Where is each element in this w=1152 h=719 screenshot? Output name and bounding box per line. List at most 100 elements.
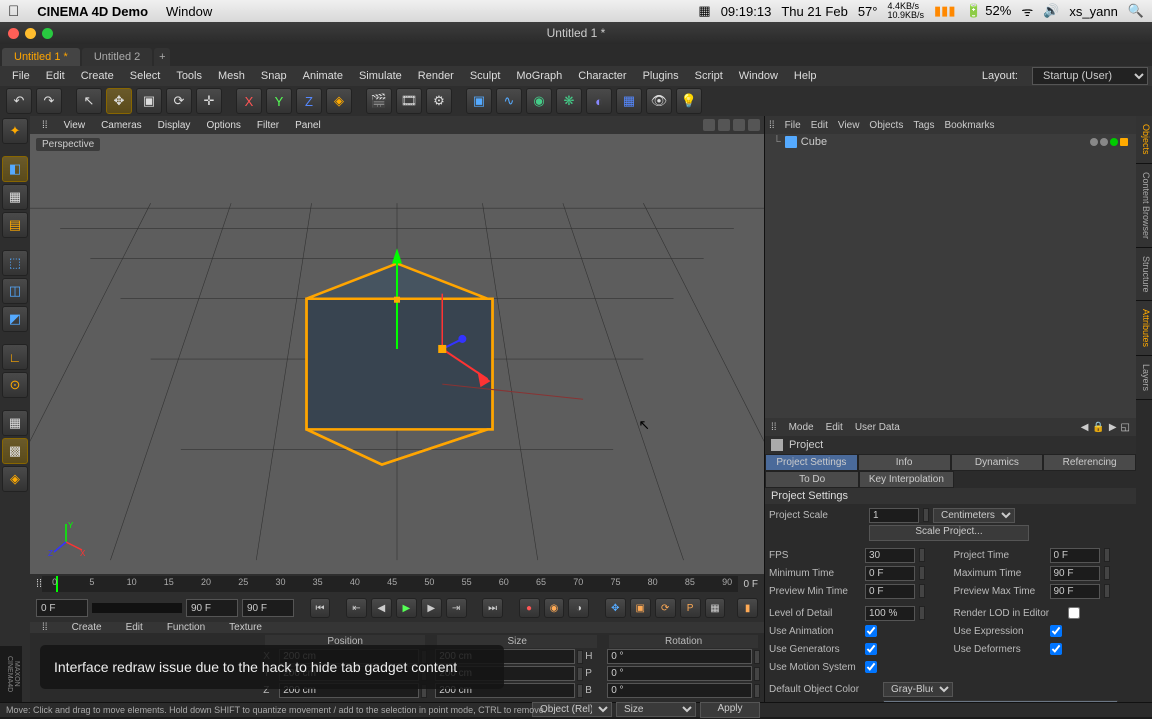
recent-tool[interactable]: ✛ <box>196 88 222 114</box>
om-menu-view[interactable]: View <box>838 120 860 131</box>
redo-button[interactable]: ↷ <box>36 88 62 114</box>
scale-tool[interactable]: ▣ <box>136 88 162 114</box>
lock-icon[interactable]: 🔒 <box>1092 422 1104 433</box>
menu-help[interactable]: Help <box>786 70 825 82</box>
autokey-button[interactable]: ◉ <box>544 598 565 618</box>
vp-menu-view[interactable]: View <box>56 120 94 131</box>
om-menu-edit[interactable]: Edit <box>811 120 828 131</box>
expand-icon[interactable]: └ <box>773 136 781 148</box>
project-time-field[interactable] <box>1050 548 1100 563</box>
user-name[interactable]: xs_yann <box>1069 4 1117 19</box>
spotlight-icon[interactable]: 🔍 <box>1128 3 1144 19</box>
doc-tab-1[interactable]: Untitled 1 * <box>2 48 80 66</box>
polygon-mode[interactable]: ◩ <box>2 306 28 332</box>
menu-tools[interactable]: Tools <box>168 70 210 82</box>
key-scale-button[interactable]: ▣ <box>630 598 651 618</box>
visibility-editor-icon[interactable] <box>1090 138 1098 146</box>
color-picker-icon[interactable]: ▸ <box>1122 702 1132 703</box>
rot-p-field[interactable] <box>607 666 752 681</box>
use-expression-checkbox[interactable] <box>1050 625 1062 637</box>
mat-menu-function[interactable]: Function <box>155 622 217 633</box>
frame-end-field[interactable] <box>186 599 238 617</box>
deformer-tool[interactable]: ◐ <box>586 88 612 114</box>
om-menu-file[interactable]: File <box>785 120 801 131</box>
new-window-icon[interactable]: ◱ <box>1121 422 1130 433</box>
vp-menu-options[interactable]: Options <box>198 120 248 131</box>
menu-select[interactable]: Select <box>122 70 169 82</box>
vp-nav-icon[interactable] <box>703 119 715 131</box>
snap-settings[interactable]: ▩ <box>2 438 28 464</box>
nav-back-icon[interactable]: ◀ <box>1081 422 1089 433</box>
z-axis-lock[interactable]: Z <box>296 88 322 114</box>
workplane-mode[interactable]: ▤ <box>2 212 28 238</box>
viewport[interactable]: Perspective <box>30 134 764 574</box>
prev-key-button[interactable]: ⇤ <box>346 598 367 618</box>
default-color-select[interactable]: Gray-Blue <box>883 682 953 697</box>
mac-menu-window[interactable]: Window <box>166 4 212 19</box>
menubar-icon[interactable]: ▦ <box>698 3 710 19</box>
key-pla-button[interactable]: ▦ <box>705 598 726 618</box>
mat-menu-texture[interactable]: Texture <box>217 622 274 633</box>
size-mode-select[interactable]: Size <box>616 702 696 717</box>
grip-icon[interactable]: ⁞⁞ <box>771 422 777 433</box>
edge-mode[interactable]: ◫ <box>2 278 28 304</box>
minimize-icon[interactable] <box>25 28 36 39</box>
tab-todo[interactable]: To Do <box>765 471 859 488</box>
render-lod-checkbox[interactable] <box>1068 607 1080 619</box>
key-param-button[interactable]: P <box>680 598 701 618</box>
dock-tab-content[interactable]: Content Browser <box>1136 164 1152 248</box>
rot-b-field[interactable] <box>607 683 752 698</box>
project-scale-field[interactable] <box>869 508 919 523</box>
wifi-icon[interactable]: ᯤ <box>1021 2 1033 20</box>
attr-menu-edit[interactable]: Edit <box>826 422 843 433</box>
vp-nav-icon[interactable] <box>748 119 760 131</box>
nav-fwd-icon[interactable]: ▶ <box>1109 422 1117 433</box>
vp-nav-icon[interactable] <box>718 119 730 131</box>
apple-logo-icon[interactable]:  <box>8 3 19 20</box>
render-view[interactable]: 🎬 <box>366 88 392 114</box>
attr-menu-userdata[interactable]: User Data <box>855 422 900 433</box>
color-swatch[interactable] <box>883 700 1118 702</box>
close-icon[interactable] <box>8 28 19 39</box>
viewport-solo[interactable]: ⊙ <box>2 372 28 398</box>
menu-file[interactable]: File <box>4 70 38 82</box>
timeline[interactable]: ⁞⁞ 051015202530354045505560657075808590 … <box>30 574 764 594</box>
grip-icon[interactable]: ⁞⁞ <box>34 120 56 131</box>
texture-mode[interactable]: ▦ <box>2 184 28 210</box>
app-name[interactable]: CINEMA 4D Demo <box>37 4 148 19</box>
generator-tool[interactable]: ◉ <box>526 88 552 114</box>
next-key-button[interactable]: ⇥ <box>446 598 467 618</box>
dock-tab-structure[interactable]: Structure <box>1136 248 1152 302</box>
generator2-tool[interactable]: ❋ <box>556 88 582 114</box>
environment-tool[interactable]: ▦ <box>616 88 642 114</box>
menu-character[interactable]: Character <box>570 70 634 82</box>
menu-script[interactable]: Script <box>687 70 731 82</box>
menu-mesh[interactable]: Mesh <box>210 70 253 82</box>
vp-nav-icon[interactable] <box>733 119 745 131</box>
rotate-tool[interactable]: ⟳ <box>166 88 192 114</box>
frame-start-field[interactable] <box>36 599 88 617</box>
next-frame-button[interactable]: ▶ <box>421 598 442 618</box>
vp-menu-cameras[interactable]: Cameras <box>93 120 150 131</box>
fps-field[interactable] <box>865 548 915 563</box>
max-time-field[interactable] <box>1050 566 1100 581</box>
lod-field[interactable] <box>865 606 915 621</box>
tab-referencing[interactable]: Referencing <box>1043 454 1136 471</box>
volume-icon[interactable]: 🔊 <box>1043 3 1059 19</box>
om-menu-tags[interactable]: Tags <box>913 120 934 131</box>
goto-start-button[interactable]: ⏮ <box>310 598 331 618</box>
menu-window[interactable]: Window <box>731 70 786 82</box>
menu-plugins[interactable]: Plugins <box>635 70 687 82</box>
grip-icon[interactable]: ⁞⁞ <box>769 120 775 131</box>
camera-tool[interactable]: 👁 <box>646 88 672 114</box>
activity-icon[interactable]: ▮▮▮ <box>934 3 955 19</box>
play-button[interactable]: ▶ <box>396 598 417 618</box>
add-tab-button[interactable]: + <box>154 48 170 66</box>
tab-key-interp[interactable]: Key Interpolation <box>859 471 953 488</box>
use-generators-checkbox[interactable] <box>865 643 877 655</box>
tab-project-settings[interactable]: Project Settings <box>765 454 858 471</box>
frame-current-field[interactable] <box>242 599 294 617</box>
record-button[interactable]: ● <box>519 598 540 618</box>
mat-menu-create[interactable]: Create <box>60 622 114 633</box>
dock-tab-objects[interactable]: Objects <box>1136 116 1152 164</box>
